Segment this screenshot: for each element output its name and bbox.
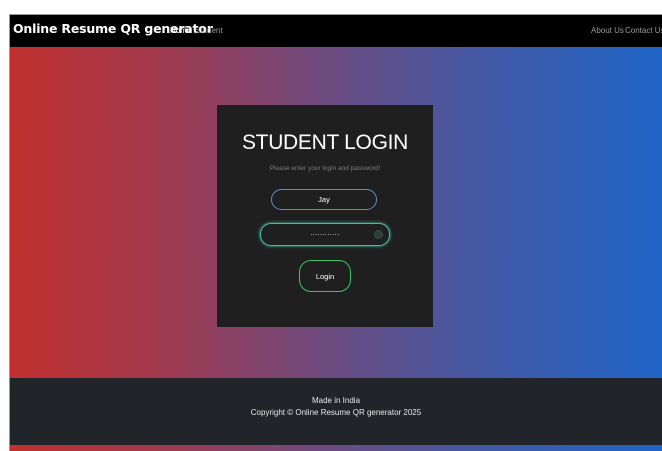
eye-icon[interactable]	[374, 230, 383, 239]
password-mask: ............	[310, 230, 340, 237]
footer-copyright: Copyright © Online Resume QR generator 2…	[250, 408, 422, 417]
footer-made-in: Made in India	[311, 396, 361, 405]
nav-student-link[interactable]: Student	[195, 26, 223, 35]
navbar: Online Resume QR generator Home Student …	[10, 15, 662, 47]
browser-viewport: Online Resume QR generator Home Student …	[9, 14, 662, 451]
footer: Made in India Copyright © Online Resume …	[10, 378, 662, 445]
nav-about-link[interactable]: About Us	[591, 26, 624, 35]
login-button[interactable]: Login	[299, 260, 351, 292]
login-subtitle: Please enter your login and password!	[269, 165, 381, 172]
password-input[interactable]: ............	[260, 223, 390, 246]
gradient-background: STUDENT LOGIN Please enter your login an…	[10, 47, 662, 451]
nav-home-link[interactable]: Home	[170, 26, 191, 35]
login-card: STUDENT LOGIN Please enter your login an…	[217, 105, 433, 327]
nav-contact-link[interactable]: Contact Us	[625, 26, 662, 35]
username-input[interactable]	[271, 189, 377, 210]
login-title: STUDENT LOGIN	[241, 131, 409, 154]
